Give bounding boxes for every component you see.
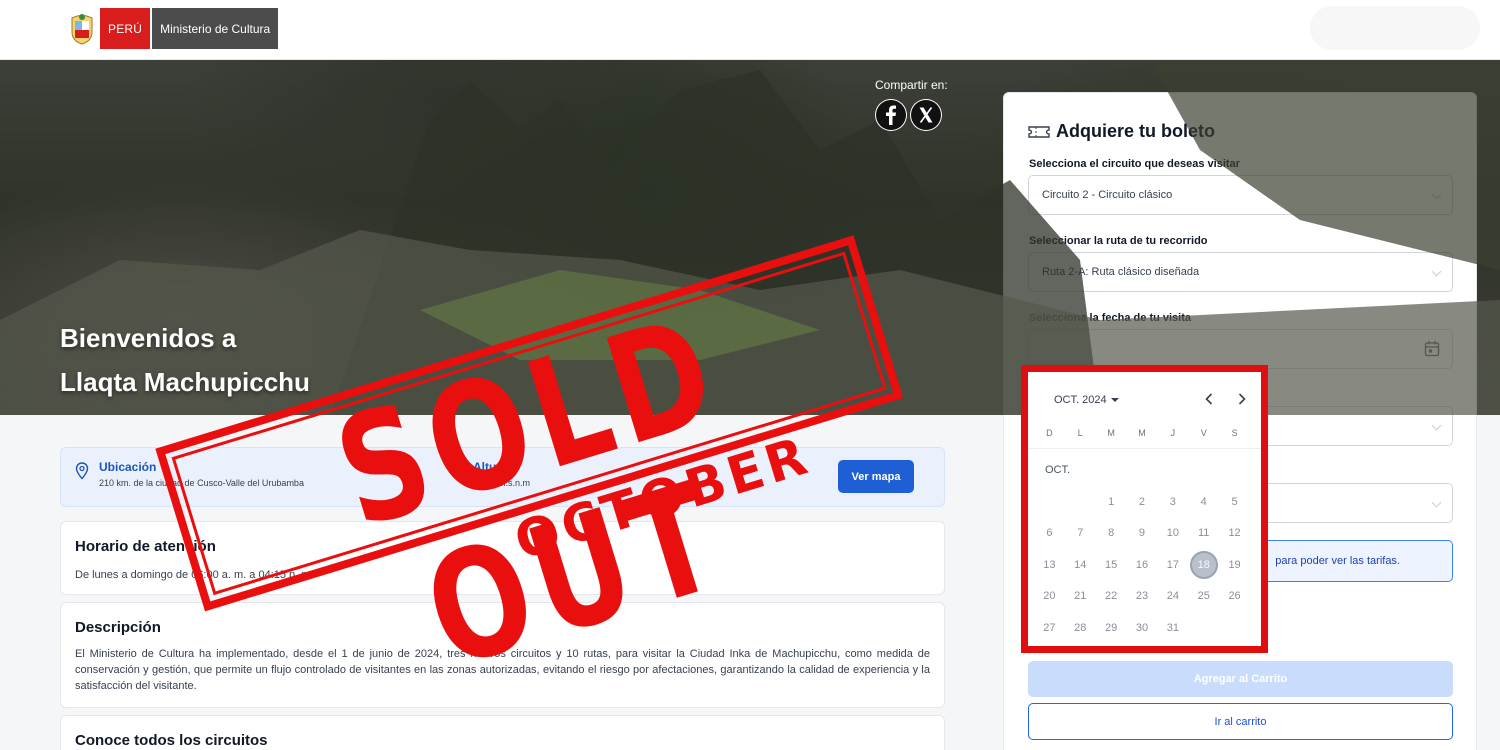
weekday-label: M <box>1138 428 1146 438</box>
day-cell[interactable]: 15 <box>1096 549 1127 581</box>
share-section: Compartir en: <box>875 78 948 131</box>
day-cell[interactable]: 22 <box>1096 581 1127 613</box>
circuits-card: Conoce todos los circuitos <box>60 715 945 750</box>
chevron-down-icon <box>1431 497 1442 508</box>
day-cell[interactable]: 8 <box>1096 518 1127 550</box>
day-cell[interactable]: 5 <box>1219 486 1250 518</box>
day-cell[interactable]: 30 <box>1127 612 1158 644</box>
day-cell[interactable]: 1 <box>1096 486 1127 518</box>
month-year-selector[interactable]: OCT. 2024 <box>1054 394 1119 406</box>
weekday-label: L <box>1077 428 1083 438</box>
weekday-label: M <box>1107 428 1115 438</box>
empty-day-cell <box>1034 486 1065 518</box>
hero-title-line1: Bienvenidos a <box>60 323 237 353</box>
go-to-cart-button[interactable]: Ir al carrito <box>1028 703 1453 740</box>
weekday-label: S <box>1231 428 1238 438</box>
prev-month-icon[interactable] <box>1204 392 1214 411</box>
weekday-label: V <box>1200 428 1207 438</box>
next-month-icon[interactable] <box>1237 392 1247 411</box>
month-short-label: OCT. <box>1045 464 1071 476</box>
coat-of-arms-icon <box>66 8 98 49</box>
day-cell[interactable]: 28 <box>1065 612 1096 644</box>
day-cell[interactable]: 10 <box>1157 518 1188 550</box>
chevron-down-icon <box>1431 420 1442 431</box>
hero-title: Bienvenidos a Llaqta Machupicchu <box>60 316 310 404</box>
view-map-button[interactable]: Ver mapa <box>838 460 914 493</box>
hero-title-line2: Llaqta Machupicchu <box>60 367 310 397</box>
brand-ministry: Ministerio de Cultura <box>152 8 279 49</box>
day-cell[interactable]: 11 <box>1188 518 1219 550</box>
day-cell[interactable]: 17 <box>1157 549 1188 581</box>
day-cell[interactable]: 16 <box>1127 549 1158 581</box>
day-cell[interactable]: 24 <box>1157 581 1188 613</box>
day-cell[interactable]: 4 <box>1188 486 1219 518</box>
weekday-label: D <box>1046 428 1053 438</box>
day-grid: 1 2 3 4 5 6 7 8 9 10 11 12 13 14 15 16 17 18 19 20 21 22 23 24 2… <box>1034 486 1250 644</box>
day-cell[interactable]: 21 <box>1065 581 1096 613</box>
day-cell[interactable]: 23 <box>1127 581 1158 613</box>
weekday-label: J <box>1170 428 1176 438</box>
top-header: PERÚ Ministerio de Cultura <box>0 0 1500 60</box>
day-cell[interactable]: 27 <box>1034 612 1065 644</box>
header-action-placeholder[interactable] <box>1310 6 1480 50</box>
day-cell[interactable]: 2 <box>1127 486 1158 518</box>
selected-day-cell[interactable]: 18 <box>1188 549 1219 581</box>
month-year-label: OCT. 2024 <box>1054 394 1107 406</box>
share-label: Compartir en: <box>875 78 948 92</box>
day-cell[interactable]: 3 <box>1157 486 1188 518</box>
page: PERÚ Ministerio de Cultura Bienvenidos a… <box>0 0 1500 750</box>
circuits-title: Conoce todos los circuitos <box>75 732 268 749</box>
day-cell[interactable]: 12 <box>1219 518 1250 550</box>
day-cell[interactable]: 20 <box>1034 581 1065 613</box>
facebook-icon[interactable] <box>875 99 907 131</box>
government-logo[interactable]: PERÚ Ministerio de Cultura <box>66 8 279 49</box>
day-cell[interactable]: 29 <box>1096 612 1127 644</box>
weekday-header: DLMMJVS <box>1034 428 1250 438</box>
datepicker-divider <box>1024 448 1262 449</box>
datepicker-popup: OCT. 2024 DLMMJVS OCT. 1 2 3 4 5 6 7 8 9 10 11 12 13… <box>1024 368 1262 646</box>
day-cell[interactable]: 31 <box>1157 612 1188 644</box>
day-cell[interactable]: 9 <box>1127 518 1158 550</box>
add-to-cart-button[interactable]: Agregar al Carrito <box>1028 661 1453 697</box>
day-cell[interactable]: 25 <box>1188 581 1219 613</box>
day-cell[interactable]: 14 <box>1065 549 1096 581</box>
day-cell[interactable]: 7 <box>1065 518 1096 550</box>
day-cell[interactable]: 6 <box>1034 518 1065 550</box>
caret-down-icon <box>1110 398 1119 402</box>
brand-peru: PERÚ <box>100 8 151 49</box>
x-icon[interactable] <box>910 99 942 131</box>
day-cell[interactable]: 26 <box>1219 581 1250 613</box>
day-cell[interactable]: 19 <box>1219 549 1250 581</box>
location-pin-icon <box>75 462 89 480</box>
day-cell[interactable]: 13 <box>1034 549 1065 581</box>
empty-day-cell <box>1065 486 1096 518</box>
